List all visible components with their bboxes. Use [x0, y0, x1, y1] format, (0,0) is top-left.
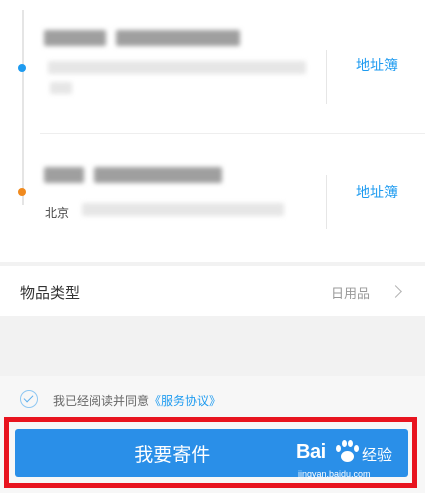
checkbox-checked-icon[interactable]: [20, 390, 38, 408]
paw-icon: [334, 439, 360, 463]
agreement-text: 我已经阅读并同意《服务协议》: [53, 392, 221, 409]
receiver-address-blurred: [82, 203, 284, 216]
sender-phone-blurred: [116, 30, 240, 46]
section-divider: [40, 133, 425, 134]
sender-address-book-link[interactable]: 地址簿: [356, 55, 398, 75]
sender-divider: [326, 50, 327, 104]
chevron-right-icon: [389, 285, 402, 298]
sender-name-blurred: [44, 30, 106, 46]
blank-area: [0, 316, 425, 376]
receiver-address-book-link[interactable]: 地址簿: [356, 182, 398, 202]
receiver-address-prefix: 北京: [45, 206, 70, 220]
service-agreement-link[interactable]: 《服务协议》: [149, 394, 221, 408]
watermark-url: jingyan.baidu.com: [298, 469, 371, 479]
watermark-brand: Bai: [296, 441, 326, 463]
item-type-label: 物品类型: [20, 284, 81, 302]
item-type-value: 日用品: [331, 287, 371, 302]
sender-address-blurred: [48, 61, 306, 74]
sender-address-line2-blurred: [50, 82, 72, 94]
baidu-jingyan-watermark: Bai 经验 jingyan.baidu.com: [296, 437, 412, 487]
address-card: 地址簿 北京 地址簿: [0, 0, 425, 262]
agreement-statement: 我已经阅读并同意: [53, 394, 150, 408]
item-type-row[interactable]: 物品类型 日用品: [0, 266, 425, 316]
receiver-dot: [18, 188, 26, 196]
receiver-divider: [326, 175, 327, 229]
sender-dot: [18, 64, 26, 72]
receiver-phone-blurred: [94, 167, 222, 183]
submit-label: 我要寄件: [134, 444, 211, 466]
route-line: [22, 10, 24, 205]
watermark-brand-cn: 经验: [362, 446, 393, 464]
receiver-name-blurred: [44, 167, 84, 183]
